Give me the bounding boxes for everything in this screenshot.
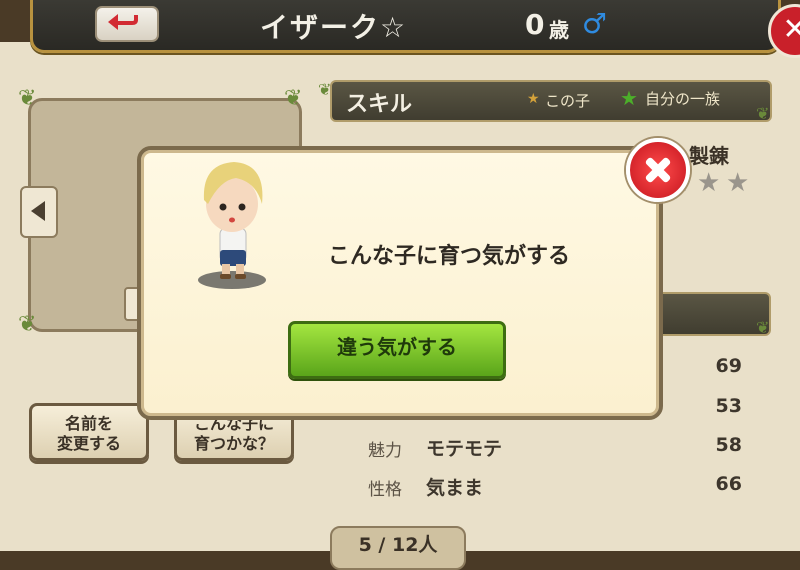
stat-number: 69 bbox=[715, 355, 742, 377]
stat-value: モテモテ bbox=[426, 438, 503, 460]
legend-family: 自分の一族 bbox=[645, 90, 721, 108]
star-icon: ★ bbox=[527, 91, 540, 107]
character-avatar bbox=[198, 162, 266, 289]
leaf-icon: ❦ bbox=[756, 318, 770, 337]
age-value: 0 bbox=[525, 8, 545, 41]
stat-number: 53 bbox=[715, 395, 742, 417]
age-unit: 歳 bbox=[549, 18, 569, 42]
star-icon: ★ bbox=[620, 86, 638, 110]
stat-number: 66 bbox=[715, 473, 742, 495]
gender-icon: ♂ bbox=[582, 7, 608, 40]
star-icon: ★ bbox=[726, 168, 750, 198]
pager-separator: / bbox=[378, 534, 392, 556]
character-name: イザーク☆ bbox=[260, 11, 408, 44]
pager-current: 5 bbox=[358, 534, 372, 556]
deny-button[interactable]: 違う気がする bbox=[288, 321, 506, 379]
previous-arrow-button[interactable] bbox=[20, 186, 58, 238]
rename-button[interactable]: 名前を 変更する bbox=[29, 403, 149, 461]
stat-value: 気まま bbox=[426, 477, 484, 499]
skill-title: スキル bbox=[346, 92, 413, 117]
leaf-icon: ❦ bbox=[18, 312, 37, 337]
refine-label: 製錬 bbox=[689, 144, 729, 168]
dialog-message: こんな子に育つ気がする bbox=[328, 244, 571, 269]
stat-number: 58 bbox=[715, 434, 742, 456]
pager: 5 / 12人 bbox=[330, 526, 466, 570]
stat-label: 魅力 bbox=[368, 441, 402, 461]
leaf-icon: ❦ bbox=[756, 104, 770, 123]
star-icon: ★ bbox=[697, 168, 721, 198]
leaf-icon: ❦ bbox=[284, 86, 303, 111]
back-arrow-icon bbox=[108, 14, 138, 30]
leaf-icon: ❦ bbox=[318, 80, 332, 99]
legend-this-child: この子 bbox=[545, 92, 591, 110]
section-header bbox=[655, 292, 771, 336]
dialog-close-button[interactable] bbox=[626, 138, 690, 202]
leaf-icon: ❦ bbox=[18, 86, 37, 111]
pager-total: 12人 bbox=[391, 534, 438, 556]
stat-label: 性格 bbox=[368, 480, 402, 500]
back-button[interactable] bbox=[95, 6, 159, 42]
